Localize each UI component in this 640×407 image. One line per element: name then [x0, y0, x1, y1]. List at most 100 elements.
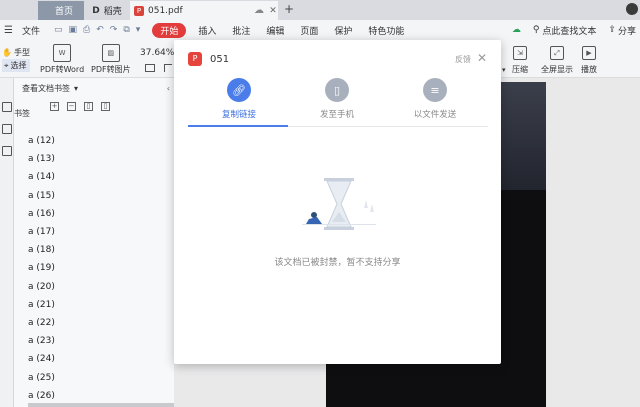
pdf-to-word-label: PDF转Word: [40, 65, 85, 74]
avatar[interactable]: [626, 3, 638, 15]
menu-edit[interactable]: 编辑: [258, 24, 292, 37]
fullscreen-icon: ⤢: [550, 46, 564, 60]
fit-page-icon[interactable]: [145, 64, 155, 72]
menu-annotate[interactable]: 批注: [224, 24, 258, 37]
pdf-to-image-button[interactable]: ▨ PDF转图片: [91, 44, 131, 75]
zoom-level[interactable]: 37.64%: [140, 48, 174, 58]
dropdown-icon[interactable]: ▾: [136, 25, 141, 35]
compress-button[interactable]: ⇲ 压缩: [512, 46, 528, 75]
compress-label: 压缩: [512, 65, 528, 74]
menu-features[interactable]: 特色功能: [360, 24, 412, 37]
copy-link-option[interactable]: 🔗︎ 复制链接: [204, 78, 274, 120]
open-icon[interactable]: ▭: [54, 25, 63, 35]
add-bookmark-icon[interactable]: ▯: [84, 101, 93, 111]
tab-pdf-document[interactable]: P 051.pdf ☁ ✕: [130, 1, 278, 20]
tab-pdf-label: 051.pdf: [148, 5, 183, 16]
bookmark-item[interactable]: a (22): [28, 314, 55, 332]
tab-daoke[interactable]: D 稻壳: [84, 1, 130, 20]
pdf-to-word-button[interactable]: W PDF转Word: [40, 44, 84, 75]
bookmark-item[interactable]: a (18): [28, 241, 55, 259]
bookmark-item[interactable]: a (24): [28, 350, 55, 368]
share-dialog-header: P 051: [188, 52, 229, 66]
hand-label: 手型: [13, 48, 30, 57]
bookmark-sidebar: 查看文档书签 ▾ ‹ + − ▯ ▯ 书签 a (12) a (13) a (14)…: [14, 78, 174, 407]
sidebar-scrollbar[interactable]: [28, 403, 188, 407]
cursor-tools: ✋ 手型 ⌖ 选择: [2, 46, 30, 72]
share-blocked-message: 该文档已被封禁，暂不支持分享: [274, 258, 401, 268]
send-as-file-option[interactable]: ≡ 以文件发送: [400, 78, 470, 120]
play-icon: ▶: [582, 46, 596, 60]
thumbnail-panel-icon[interactable]: [1, 124, 12, 134]
pdf-file-icon: P: [134, 5, 144, 16]
bookmark-item[interactable]: a (14): [28, 168, 55, 186]
copy-link-label: 复制链接: [221, 110, 256, 120]
pdf-to-word-icon: W: [53, 44, 72, 62]
play-button[interactable]: ▶ 播放: [581, 46, 597, 75]
play-label: 播放: [581, 65, 597, 74]
pdf-logo-icon: P: [188, 52, 202, 66]
menu-start[interactable]: 开始: [152, 22, 187, 38]
fullscreen-label: 全屏显示: [541, 65, 573, 74]
bookmark-panel-icon[interactable]: [1, 102, 12, 112]
cloud-sync-icon[interactable]: ☁: [254, 5, 264, 16]
hand-tool[interactable]: ✋ 手型: [2, 46, 30, 59]
crop-icon[interactable]: [164, 64, 172, 72]
bookmark-item[interactable]: a (20): [28, 278, 55, 296]
expand-all-icon[interactable]: +: [50, 101, 59, 111]
tab-daoke-label: 稻壳: [103, 7, 122, 17]
cloud-status-icon[interactable]: ☁: [512, 25, 521, 35]
undo-icon[interactable]: ↶: [96, 25, 104, 35]
toolbar-more-icon[interactable]: ▾: [502, 66, 506, 74]
select-tool[interactable]: ⌖ 选择: [2, 59, 30, 72]
bookmark-item[interactable]: a (25): [28, 368, 55, 386]
collapse-all-icon[interactable]: −: [67, 101, 76, 111]
menu-file[interactable]: 文件: [20, 24, 48, 37]
close-dialog-icon[interactable]: ✕: [477, 51, 487, 65]
feedback-link[interactable]: 反馈: [455, 54, 471, 65]
bookmark-item[interactable]: a (23): [28, 332, 55, 350]
bookmark-sidebar-header[interactable]: 查看文档书签 ▾ ‹: [14, 78, 174, 98]
hamburger-menu-icon[interactable]: ☰: [4, 25, 20, 36]
fullscreen-button[interactable]: ⤢ 全屏显示: [541, 46, 573, 75]
quick-access-toolbar: ▭ ▣ ⎙ ↶ ↷ ⧉ ▾: [54, 25, 140, 35]
link-icon: 🔗︎: [227, 78, 251, 102]
redo-icon[interactable]: ↷: [110, 25, 118, 35]
bookmark-item[interactable]: a (16): [28, 205, 55, 223]
chevron-down-icon: ▾: [74, 83, 79, 93]
bookmark-item[interactable]: a (13): [28, 150, 55, 168]
daoke-logo-icon: D: [92, 5, 100, 16]
bookmark-item[interactable]: a (21): [28, 296, 55, 314]
tab-strip: 首页 D 稻壳 P 051.pdf ☁ ✕ +: [0, 0, 640, 20]
save-icon[interactable]: ▣: [69, 25, 78, 35]
hourglass-illustration-icon: [302, 178, 376, 230]
send-to-phone-option[interactable]: ▯ 发至手机: [302, 78, 372, 120]
search-box[interactable]: ⚲ 点此查找文本: [533, 24, 597, 37]
bookmark-item[interactable]: a (15): [28, 187, 55, 205]
bookmark-item[interactable]: a (12): [28, 132, 55, 150]
print-icon[interactable]: ⎙: [83, 25, 90, 35]
menu-insert[interactable]: 插入: [190, 24, 224, 37]
sidebar-header-label: 查看文档书签: [22, 83, 70, 93]
share-label: 分享: [617, 26, 636, 37]
share-icon: ⇪: [608, 25, 616, 35]
remove-bookmark-icon[interactable]: ▯: [101, 101, 110, 111]
menu-protect[interactable]: 保护: [326, 24, 360, 37]
tab-home[interactable]: 首页: [38, 1, 90, 20]
close-tab-icon[interactable]: ✕: [268, 6, 278, 16]
menu-page[interactable]: 页面: [292, 24, 326, 37]
search-label: 点此查找文本: [542, 26, 597, 37]
panel-switcher: [0, 78, 14, 407]
bookmark-item[interactable]: a (19): [28, 259, 55, 277]
collapse-sidebar-icon[interactable]: ‹: [167, 84, 170, 93]
file-icon: ≡: [423, 78, 447, 102]
bookmark-title: 书签: [14, 109, 30, 118]
new-tab-button[interactable]: +: [284, 2, 294, 16]
customize-icon[interactable]: ⧉: [123, 25, 129, 35]
bookmark-item[interactable]: a (17): [28, 223, 55, 241]
share-button[interactable]: ⇪ 分享: [608, 24, 636, 37]
attachment-panel-icon[interactable]: [1, 146, 12, 156]
cursor-icon: ⌖: [4, 61, 9, 70]
hand-icon: ✋: [2, 48, 12, 57]
phone-icon: ▯: [325, 78, 349, 102]
select-label: 选择: [10, 61, 27, 70]
